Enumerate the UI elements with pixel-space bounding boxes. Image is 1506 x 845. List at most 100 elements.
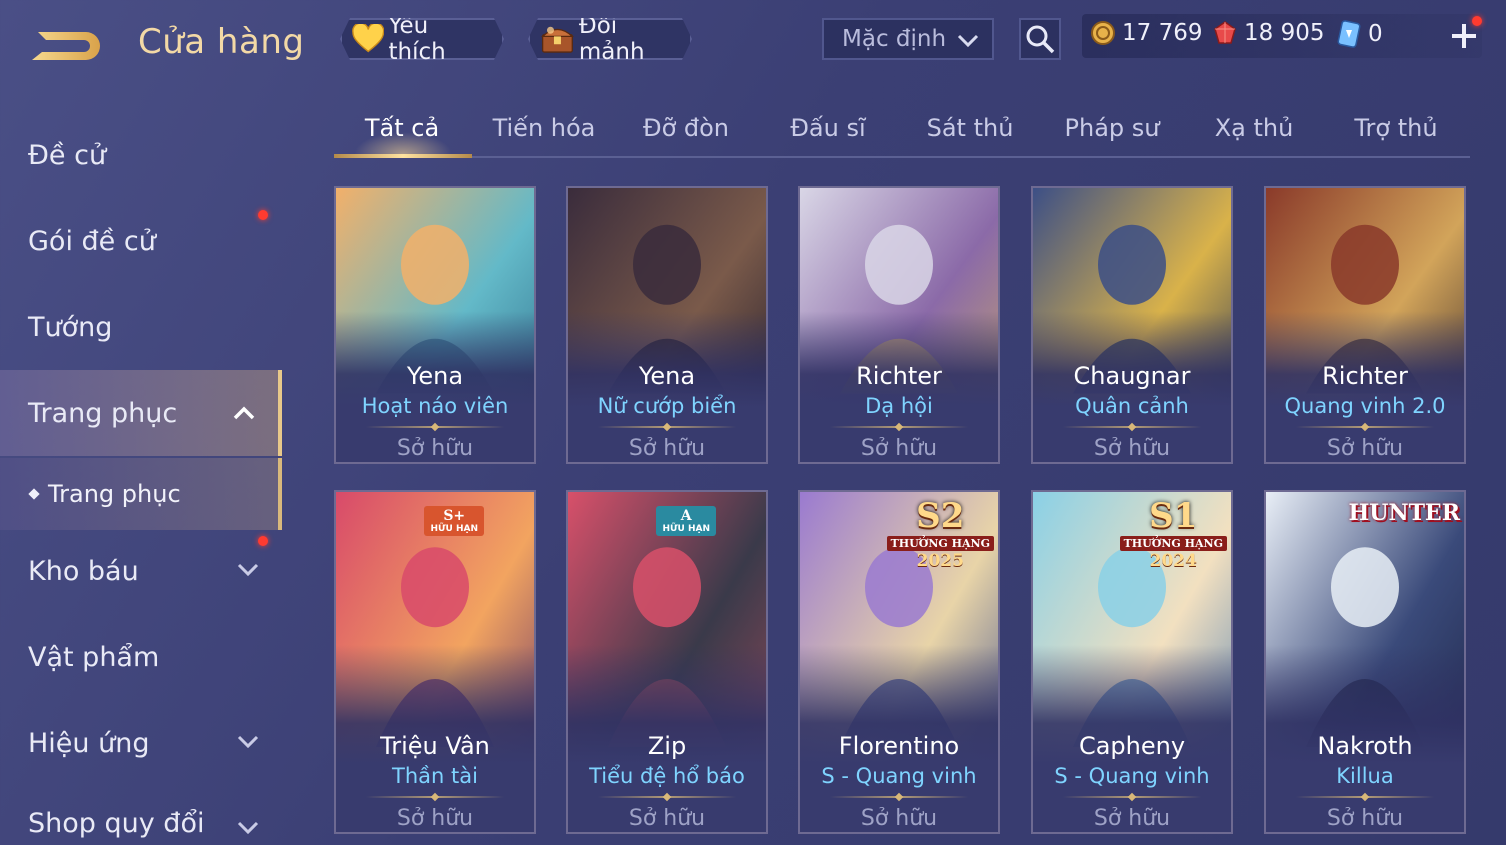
skin-card[interactable]: Richter Quang vinh 2.0 Sở hữu [1264, 186, 1466, 464]
category-tabs: Tất cả Tiến hóa Đỡ đòn Đấu sĩ Sát thủ Ph… [334, 104, 1470, 158]
notification-dot [258, 210, 268, 220]
tier-text: HỮU HẠN [662, 524, 710, 534]
skin-card[interactable]: Yena Nữ cướp biển Sở hữu [566, 186, 768, 464]
sort-dropdown-value: Mặc định [842, 26, 947, 52]
shard-exchange-button[interactable]: Đổi mảnh [528, 18, 692, 60]
owned-status: Sở hữu [1326, 806, 1404, 831]
owned-status: Sở hữu [396, 436, 474, 461]
hero-name: Richter [856, 362, 942, 390]
chevron-down-icon [957, 34, 979, 48]
hero-name: Capheny [1078, 732, 1186, 760]
sidebar: Đề cử Gói đề cử Tướng Trang phục Trang p… [0, 96, 282, 845]
ruby-icon [1214, 21, 1236, 44]
tab-marksman[interactable]: Xạ thủ [1186, 114, 1322, 142]
sidebar-item-items[interactable]: Vật phẩm [0, 616, 282, 698]
sidebar-item-label: Hiệu ứng [28, 727, 150, 759]
rank-reward-badge: S2 THƯỞNG HẠNG 2025 [886, 496, 994, 571]
chevron-down-icon [237, 735, 259, 749]
skin-card[interactable]: Florentino S - Quang vinh Sở hữu S2 THƯỞNG H… [798, 490, 1000, 834]
favorites-button[interactable]: Yêu thích [340, 18, 504, 60]
back-arrow-icon [32, 32, 100, 60]
skin-card[interactable]: Nakroth Killua Sở hữu HUNTER [1264, 490, 1466, 834]
notification-dot [258, 536, 268, 546]
sort-dropdown[interactable]: Mặc định [822, 18, 994, 60]
sidebar-item-label: Vật phẩm [28, 641, 160, 673]
limited-tier-badge: A HỮU HẠN [656, 506, 716, 536]
tab-evolution[interactable]: Tiến hóa [476, 114, 612, 142]
owned-status: Sở hữu [1093, 806, 1171, 831]
ruby-currency: 18 905 [1212, 20, 1324, 46]
rank-reward-badge: S1 THƯỞNG HẠNG 2024 [1119, 496, 1227, 571]
skin-name: Thần tài [392, 764, 478, 788]
favorites-label: Yêu thích [388, 13, 446, 65]
skin-name: S - Quang vinh [821, 764, 977, 788]
owned-status: Sở hữu [860, 436, 938, 461]
owned-status: Sở hữu [628, 436, 706, 461]
tab-all[interactable]: Tất cả [334, 114, 470, 142]
search-button[interactable] [1019, 18, 1061, 60]
sidebar-item-label: Trang phục [28, 397, 178, 429]
hero-name: Chaugnar [1073, 362, 1191, 390]
rank-text: THƯỞNG HẠNG [1119, 536, 1227, 551]
heart-icon [352, 24, 384, 54]
sidebar-item-treasure[interactable]: Kho báu [0, 530, 282, 612]
hunter-logo: HUNTER [1348, 500, 1460, 526]
rank-year: 2024 [1149, 551, 1197, 571]
tab-support[interactable]: Trợ thủ [1328, 114, 1464, 142]
skin-name: Quân cảnh [1075, 394, 1189, 418]
search-icon [1026, 25, 1055, 54]
card-shade [1266, 188, 1464, 462]
owned-status: Sở hữu [1326, 436, 1404, 461]
tab-assassin[interactable]: Sát thủ [902, 114, 1038, 142]
sidebar-item-effects[interactable]: Hiệu ứng [0, 702, 282, 784]
skin-card[interactable]: Zip Tiểu đệ hổ báo Sở hữu A HỮU HẠN [566, 490, 768, 834]
skin-card[interactable]: Chaugnar Quân cảnh Sở hữu [1031, 186, 1233, 464]
sidebar-item-recommended-packs[interactable]: Gói đề cử [0, 200, 282, 282]
notification-dot [1472, 16, 1482, 26]
sidebar-item-label: Gói đề cử [28, 225, 156, 257]
tier-label: S+ [443, 508, 466, 524]
sidebar-item-label: Kho báu [28, 555, 139, 587]
sidebar-subitem-label: Trang phục [48, 480, 181, 508]
sidebar-item-heroes[interactable]: Tướng [0, 286, 282, 368]
tab-active-underline [334, 154, 472, 158]
card-shade [568, 188, 766, 462]
rank-text: THƯỞNG HẠNG [886, 536, 994, 551]
hero-name: Yena [638, 362, 696, 390]
chevron-down-icon [237, 821, 259, 835]
skin-name: Killua [1336, 764, 1394, 788]
hero-name: Richter [1322, 362, 1408, 390]
rank-year: 2025 [916, 551, 964, 571]
tab-tank[interactable]: Đỡ đòn [618, 114, 754, 142]
tier-label: A [680, 508, 692, 524]
gem-value: 0 [1368, 21, 1383, 47]
skin-name: Nữ cướp biển [597, 394, 737, 418]
gem-currency: 0 [1336, 20, 1383, 48]
skin-card[interactable]: Capheny S - Quang vinh Sở hữu S1 THƯỞNG HẠNG… [1031, 490, 1233, 834]
skin-card[interactable]: Yena Hoạt náo viên Sở hữu [334, 186, 536, 464]
sidebar-item-recommended[interactable]: Đề cử [0, 114, 282, 196]
top-bar: Cửa hàng Yêu thích Đổi mảnh Mặc định 17 … [0, 0, 1506, 80]
gold-value: 17 769 [1122, 20, 1203, 46]
card-shade [336, 188, 534, 462]
owned-status: Sở hữu [860, 806, 938, 831]
skin-name: Quang vinh 2.0 [1284, 394, 1446, 418]
hero-name: Zip [647, 732, 687, 760]
sidebar-item-label: Đề cử [28, 139, 107, 171]
sidebar-item-exchange-shop[interactable]: Shop quy đổi [0, 788, 282, 845]
sidebar-item-label: Shop quy đổi [28, 807, 205, 839]
gold-coin-icon [1091, 21, 1115, 45]
chevron-up-icon [233, 406, 255, 420]
tab-fighter[interactable]: Đấu sĩ [760, 114, 896, 142]
tab-mage[interactable]: Pháp sư [1044, 114, 1180, 142]
skin-card[interactable]: Triệu Vân Thần tài Sở hữu S+ HỮU HẠN [334, 490, 536, 834]
skin-name: Dạ hội [865, 394, 933, 418]
tier-text: HỮU HẠN [430, 524, 478, 534]
sidebar-subitem-skins[interactable]: Trang phục [0, 458, 282, 530]
ruby-value: 18 905 [1244, 20, 1325, 46]
hero-name: Yena [406, 362, 464, 390]
skin-name: S - Quang vinh [1054, 764, 1210, 788]
back-button[interactable] [28, 24, 106, 64]
sidebar-item-skins[interactable]: Trang phục [0, 370, 282, 456]
skin-card[interactable]: Richter Dạ hội Sở hữu [798, 186, 1000, 464]
